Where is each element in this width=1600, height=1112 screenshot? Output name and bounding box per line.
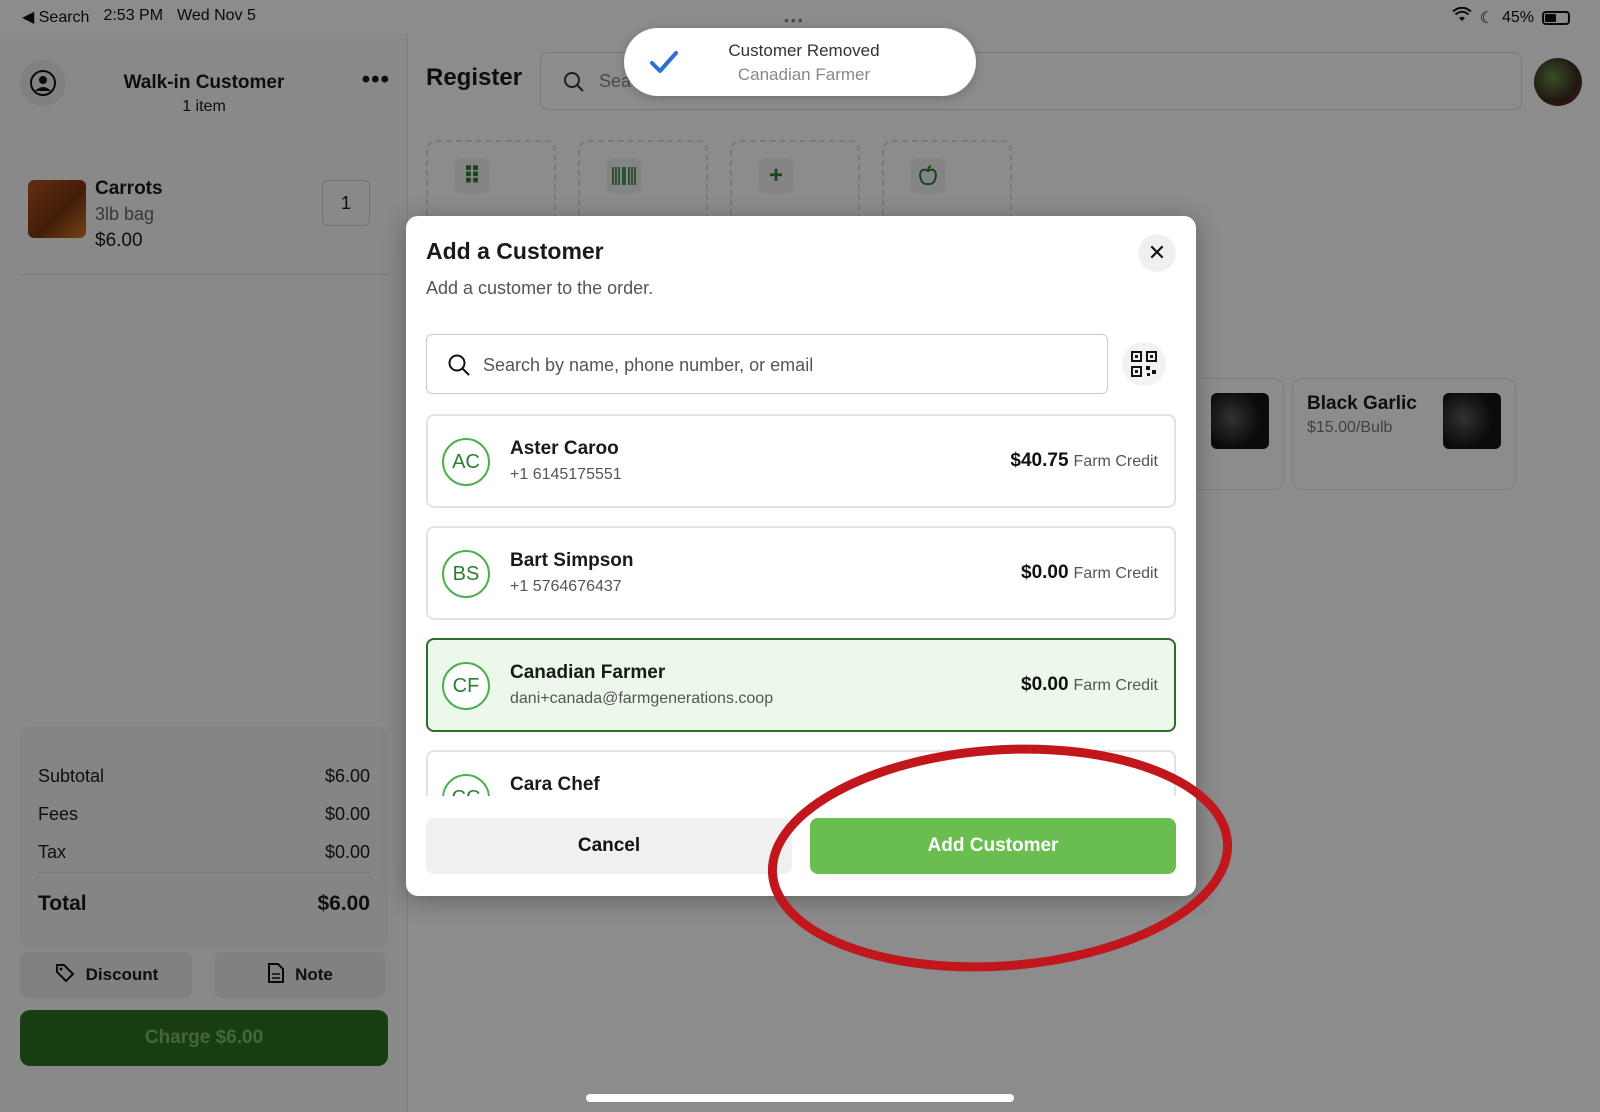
customer-search-input[interactable] bbox=[483, 349, 1083, 381]
farm-credit: $0.00 Farm Credit bbox=[1021, 562, 1158, 584]
toast-subtitle: Canadian Farmer bbox=[737, 65, 871, 84]
customer-list[interactable]: AC Aster Caroo +1 6145175551 $40.75 Farm … bbox=[426, 414, 1176, 796]
farm-credit: $0.00 Farm Credit bbox=[1021, 674, 1158, 696]
customer-row[interactable]: AC Aster Caroo +1 6145175551 $40.75 Farm … bbox=[426, 414, 1176, 508]
credit-label: Farm Credit bbox=[1073, 677, 1158, 694]
farm-credit: $40.75 Farm Credit bbox=[1010, 450, 1158, 472]
red-annotation-circle bbox=[767, 744, 1233, 972]
credit-label: Farm Credit bbox=[1073, 565, 1158, 582]
customer-contact: dani+canada@farmgenerations.coop bbox=[510, 690, 774, 707]
customer-name: Aster Caroo bbox=[510, 438, 619, 459]
credit-label: Farm Credit bbox=[1073, 453, 1158, 470]
credit-amount: $0.00 bbox=[1021, 674, 1069, 695]
modal-title: Add a Customer bbox=[426, 238, 604, 264]
customer-name: Cara Chef bbox=[510, 774, 600, 795]
toast-title: Customer Removed bbox=[728, 41, 880, 60]
customer-initials-avatar: BS bbox=[442, 550, 490, 598]
toast-notification: Customer Removed Canadian Farmer bbox=[624, 28, 976, 96]
customer-initials-avatar: CC bbox=[442, 774, 490, 796]
customer-name: Canadian Farmer bbox=[510, 662, 666, 683]
close-icon[interactable]: ✕ bbox=[1138, 234, 1176, 272]
customer-row[interactable]: BS Bart Simpson +1 5764676437 $0.00 Farm … bbox=[426, 526, 1176, 620]
cancel-button[interactable]: Cancel bbox=[426, 818, 792, 874]
credit-amount: $0.00 bbox=[1021, 562, 1069, 583]
home-indicator[interactable] bbox=[586, 1094, 1014, 1102]
customer-contact: +1 6145175551 bbox=[510, 466, 622, 483]
customer-contact: +1 5764676437 bbox=[510, 578, 622, 595]
customer-initials-avatar: CF bbox=[442, 662, 490, 710]
qr-code-icon[interactable] bbox=[1122, 342, 1166, 386]
customer-initials-avatar: AC bbox=[442, 438, 490, 486]
customer-search-field[interactable] bbox=[426, 334, 1108, 394]
search-icon bbox=[448, 354, 470, 376]
modal-subtitle: Add a customer to the order. bbox=[426, 278, 654, 298]
credit-amount: $40.75 bbox=[1010, 450, 1069, 471]
customer-name: Bart Simpson bbox=[510, 550, 634, 571]
customer-row-selected[interactable]: CF Canadian Farmer dani+canada@farmgener… bbox=[426, 638, 1176, 732]
